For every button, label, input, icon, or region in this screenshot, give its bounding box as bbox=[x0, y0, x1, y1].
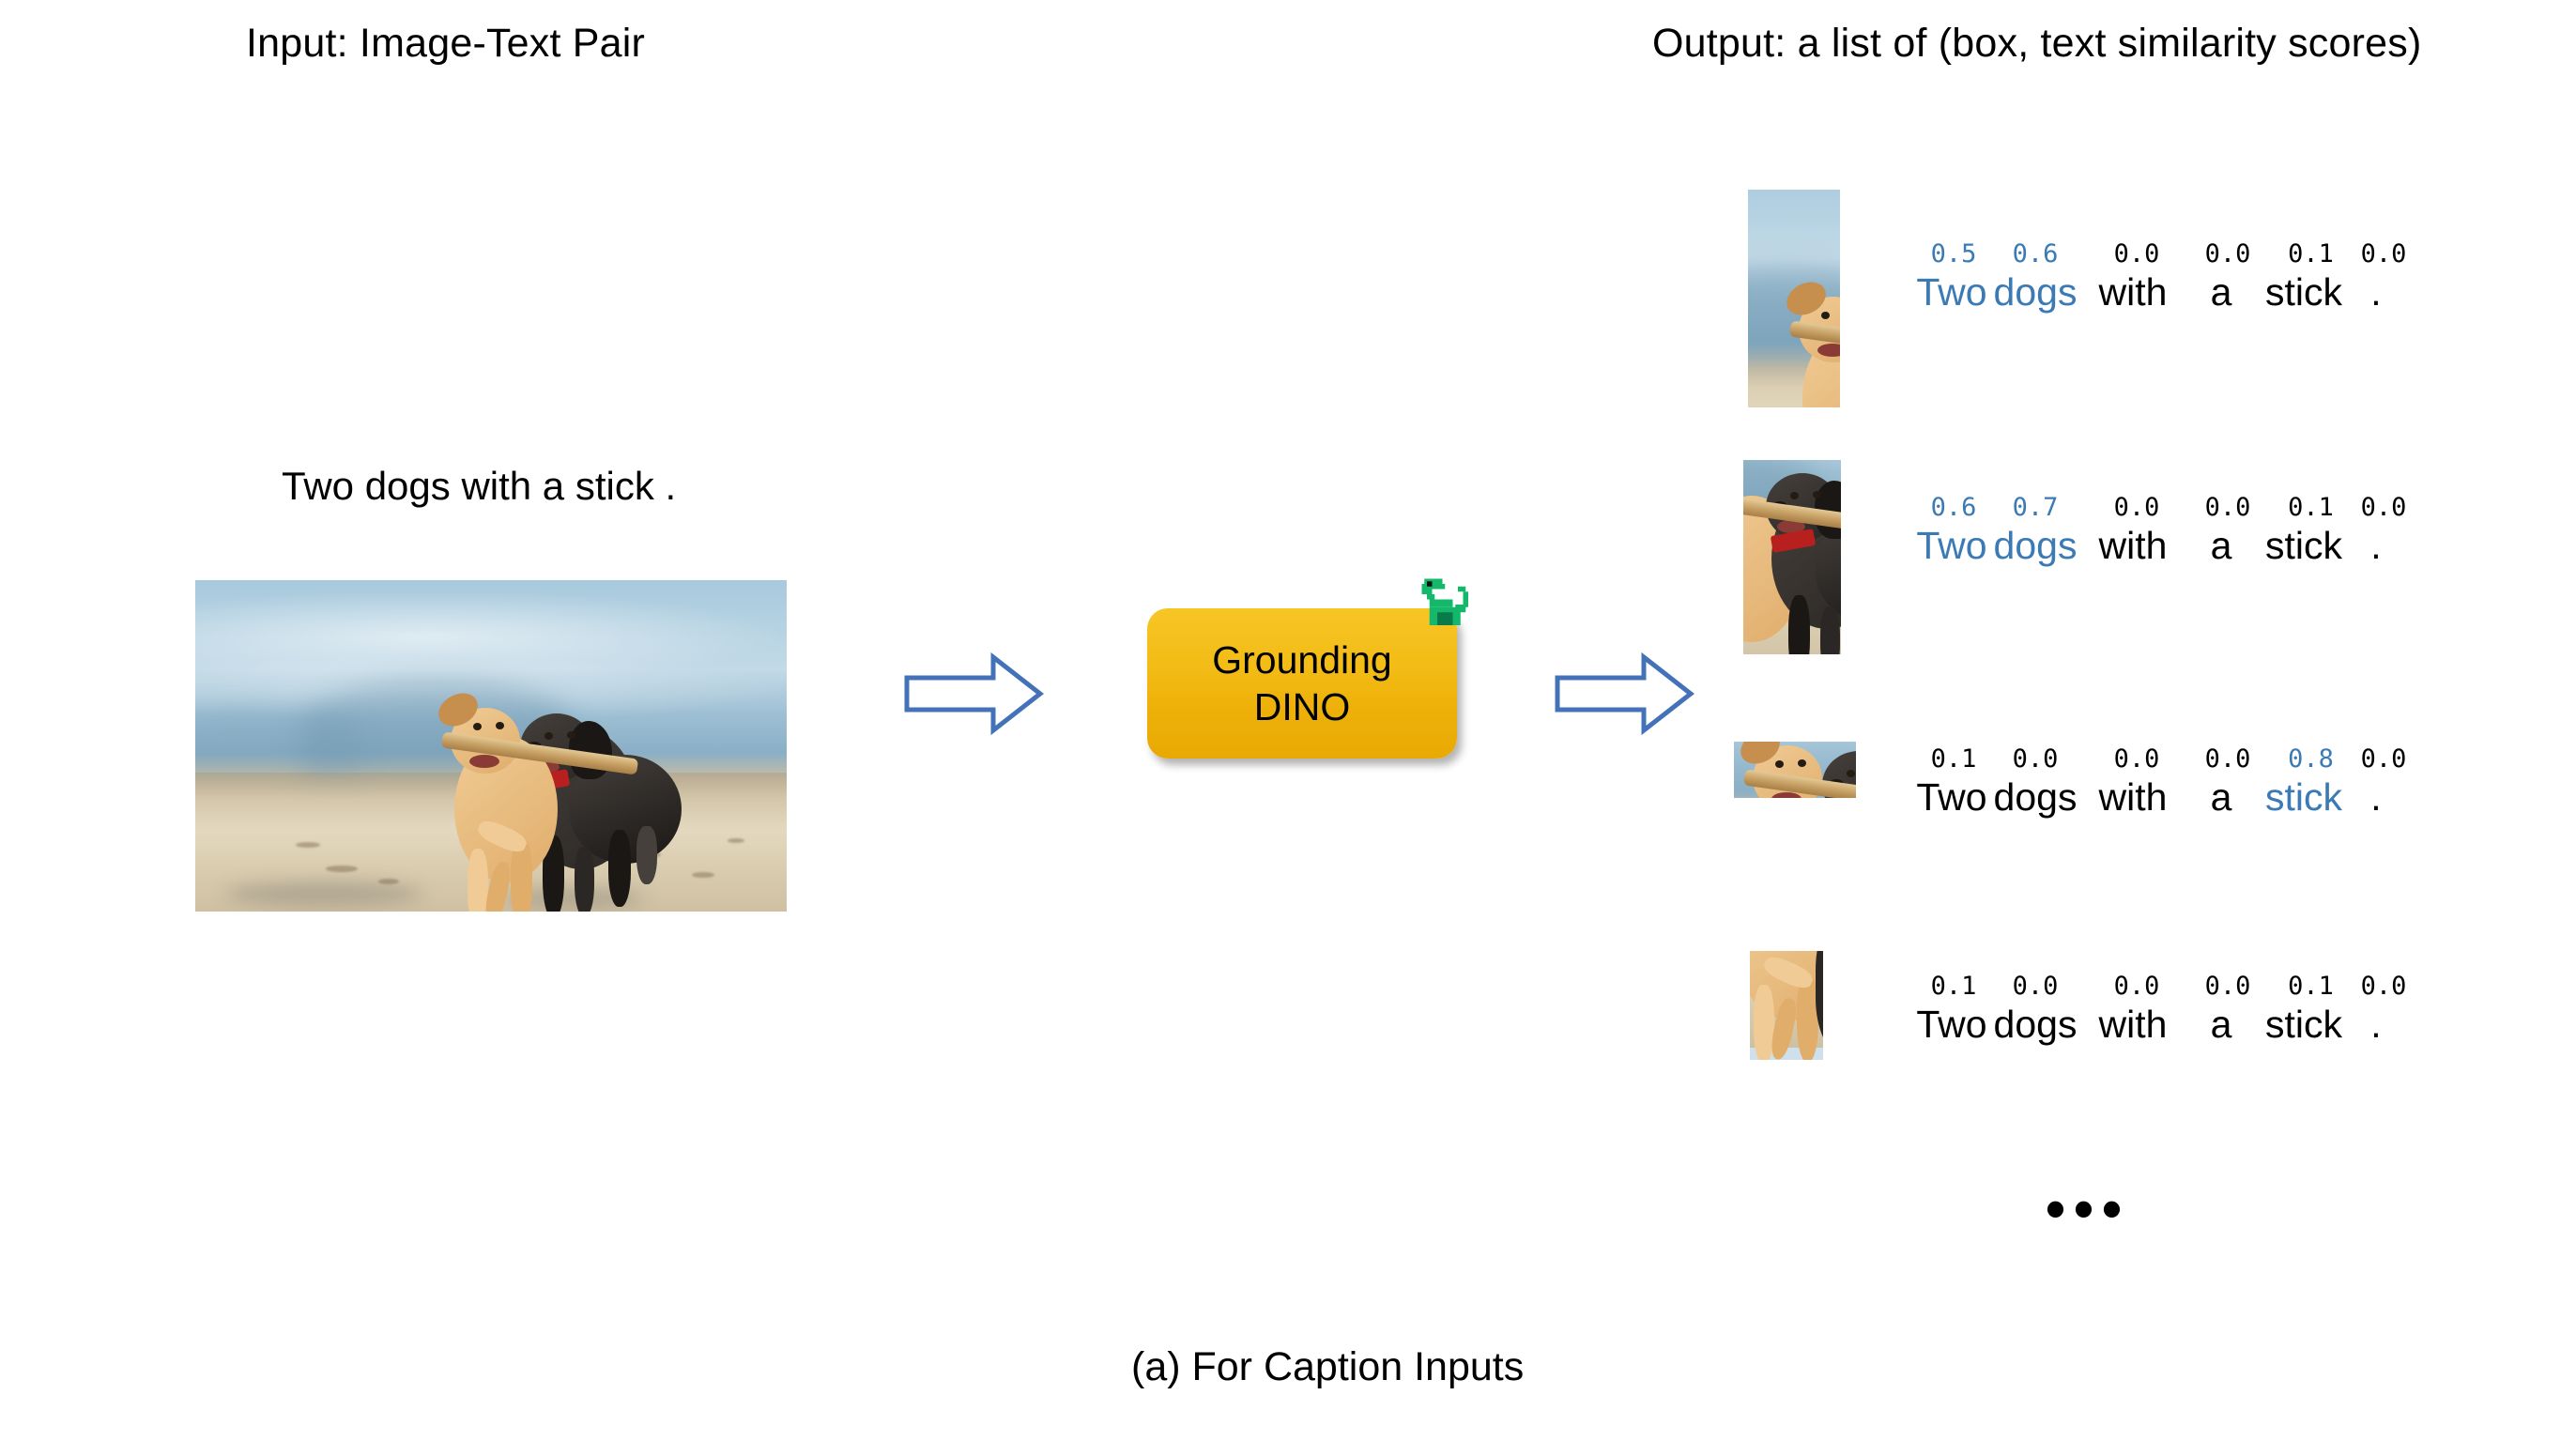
tan-dog-crop bbox=[1748, 190, 1840, 407]
token-cell: with bbox=[2098, 775, 2168, 819]
token-line: Two dogs with a stick . bbox=[1915, 270, 2403, 314]
token-cell: stick bbox=[2265, 1003, 2342, 1046]
score-cell: 0.0 bbox=[2204, 493, 2251, 522]
token-cell: a bbox=[2210, 1003, 2232, 1046]
token-cell: stick bbox=[2265, 270, 2342, 314]
token-cell: with bbox=[2098, 1003, 2168, 1046]
score-cell: 0.0 bbox=[2113, 972, 2160, 1001]
token-line: Two dogs with a stick . bbox=[1915, 1003, 2403, 1047]
input-photo bbox=[195, 580, 787, 912]
token-cell: a bbox=[2210, 524, 2232, 567]
token-cell: with bbox=[2098, 270, 2168, 314]
token-cell: Two bbox=[1916, 775, 1987, 819]
score-cell: 0.0 bbox=[2012, 744, 2059, 774]
score-cell: 0.7 bbox=[2012, 493, 2059, 522]
token-cell: Two bbox=[1916, 1003, 1987, 1046]
score-cell: 0.1 bbox=[2288, 972, 2334, 1001]
token-cell: . bbox=[2370, 775, 2382, 819]
score-cell: 0.0 bbox=[2012, 972, 2059, 1001]
token-line: Two dogs with a stick . bbox=[1915, 524, 2403, 568]
grounding-dino-box[interactable]: Grounding DINO bbox=[1147, 578, 1468, 759]
score-cell: 0.6 bbox=[1930, 493, 1977, 522]
token-cell: stick bbox=[2265, 775, 2342, 819]
score-cell: 0.6 bbox=[2012, 239, 2059, 268]
score-cell: 0.0 bbox=[2204, 972, 2251, 1001]
grounding-dino-labels: Grounding DINO bbox=[1147, 608, 1457, 759]
score-cell: 0.1 bbox=[2288, 239, 2334, 268]
token-cell: Two bbox=[1916, 270, 1987, 314]
token-cell: Two bbox=[1916, 524, 1987, 567]
score-cell: 0.5 bbox=[1930, 239, 1977, 268]
score-cell: 0.8 bbox=[2288, 744, 2334, 774]
score-cell: 0.1 bbox=[1930, 972, 1977, 1001]
score-cell: 0.0 bbox=[2113, 493, 2160, 522]
score-cell: 0.0 bbox=[2360, 972, 2407, 1001]
score-cell: 0.0 bbox=[2204, 744, 2251, 774]
score-line: 0.5 0.6 0.0 0.0 0.1 0.0 bbox=[1921, 239, 2412, 268]
token-line: Two dogs with a stick . bbox=[1915, 775, 2403, 820]
score-line: 0.1 0.0 0.0 0.0 0.1 0.0 bbox=[1921, 972, 2412, 1001]
token-cell: a bbox=[2210, 775, 2232, 819]
arrow-right-icon-input bbox=[903, 652, 1044, 736]
token-cell: dogs bbox=[1993, 524, 2078, 567]
score-cell: 0.1 bbox=[2288, 493, 2334, 522]
score-cell: 0.0 bbox=[2113, 239, 2160, 268]
input-caption-text: Two dogs with a stick . bbox=[282, 464, 677, 508]
token-cell: . bbox=[2370, 524, 2382, 567]
token-cell: stick bbox=[2265, 524, 2342, 567]
more-results-ellipsis: ••• bbox=[2046, 1177, 2131, 1240]
score-cell: 0.0 bbox=[2360, 744, 2407, 774]
figure-canvas: Input: Image-Text Pair Output: a list of… bbox=[0, 0, 2576, 1441]
score-cell: 0.1 bbox=[1930, 744, 1977, 774]
model-label-line1: Grounding bbox=[1212, 637, 1392, 682]
score-line: 0.6 0.7 0.0 0.0 0.1 0.0 bbox=[1921, 493, 2412, 522]
score-cell: 0.0 bbox=[2360, 493, 2407, 522]
output-column-header: Output: a list of (box, text similarity … bbox=[1652, 21, 2422, 66]
token-cell: . bbox=[2370, 270, 2382, 314]
token-cell: dogs bbox=[1993, 270, 2078, 314]
beach-scene bbox=[195, 580, 787, 912]
stick-crop bbox=[1734, 742, 1856, 798]
dinosaur-icon bbox=[1421, 578, 1468, 625]
score-cell: 0.0 bbox=[2204, 239, 2251, 268]
input-column-header: Input: Image-Text Pair bbox=[246, 21, 646, 66]
token-cell: dogs bbox=[1993, 775, 2078, 819]
score-cell: 0.0 bbox=[2113, 744, 2160, 774]
token-cell: a bbox=[2210, 270, 2232, 314]
model-label-line2: DINO bbox=[1253, 685, 1351, 728]
token-cell: . bbox=[2370, 1003, 2382, 1046]
figure-caption: (a) For Caption Inputs bbox=[1131, 1344, 1525, 1389]
token-cell: dogs bbox=[1993, 1003, 2078, 1046]
score-line: 0.1 0.0 0.0 0.0 0.8 0.0 bbox=[1921, 744, 2412, 774]
dog-legs-crop bbox=[1750, 951, 1823, 1060]
token-cell: with bbox=[2098, 524, 2168, 567]
score-cell: 0.0 bbox=[2360, 239, 2407, 268]
black-dog-crop bbox=[1743, 460, 1841, 654]
arrow-right-icon-output bbox=[1554, 652, 1694, 736]
